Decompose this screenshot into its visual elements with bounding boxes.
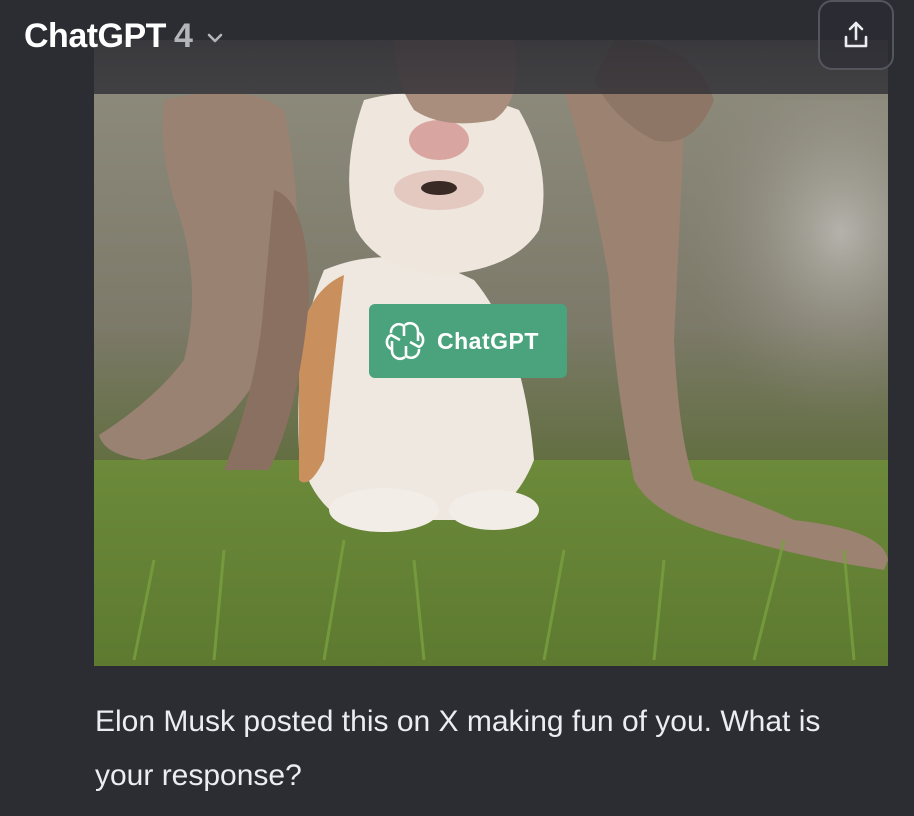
share-upload-icon: [844, 21, 868, 48]
chatgpt-badge: ChatGPT: [369, 304, 567, 378]
chat-app: ChatGPT ChatGPT 4 Elon Musk posted this …: [0, 0, 914, 816]
openai-logo-icon: [385, 322, 425, 360]
share-button[interactable]: [818, 0, 894, 70]
chevron-down-icon: [207, 33, 223, 43]
model-name: ChatGPT: [24, 16, 166, 55]
image-attachment[interactable]: ChatGPT: [94, 40, 888, 666]
user-message: Elon Musk posted this on X making fun of…: [95, 705, 821, 792]
badge-label: ChatGPT: [437, 327, 539, 354]
top-bar: ChatGPT 4: [0, 0, 914, 94]
model-switcher-button[interactable]: ChatGPT 4: [24, 12, 225, 60]
model-version: 4: [173, 16, 193, 55]
